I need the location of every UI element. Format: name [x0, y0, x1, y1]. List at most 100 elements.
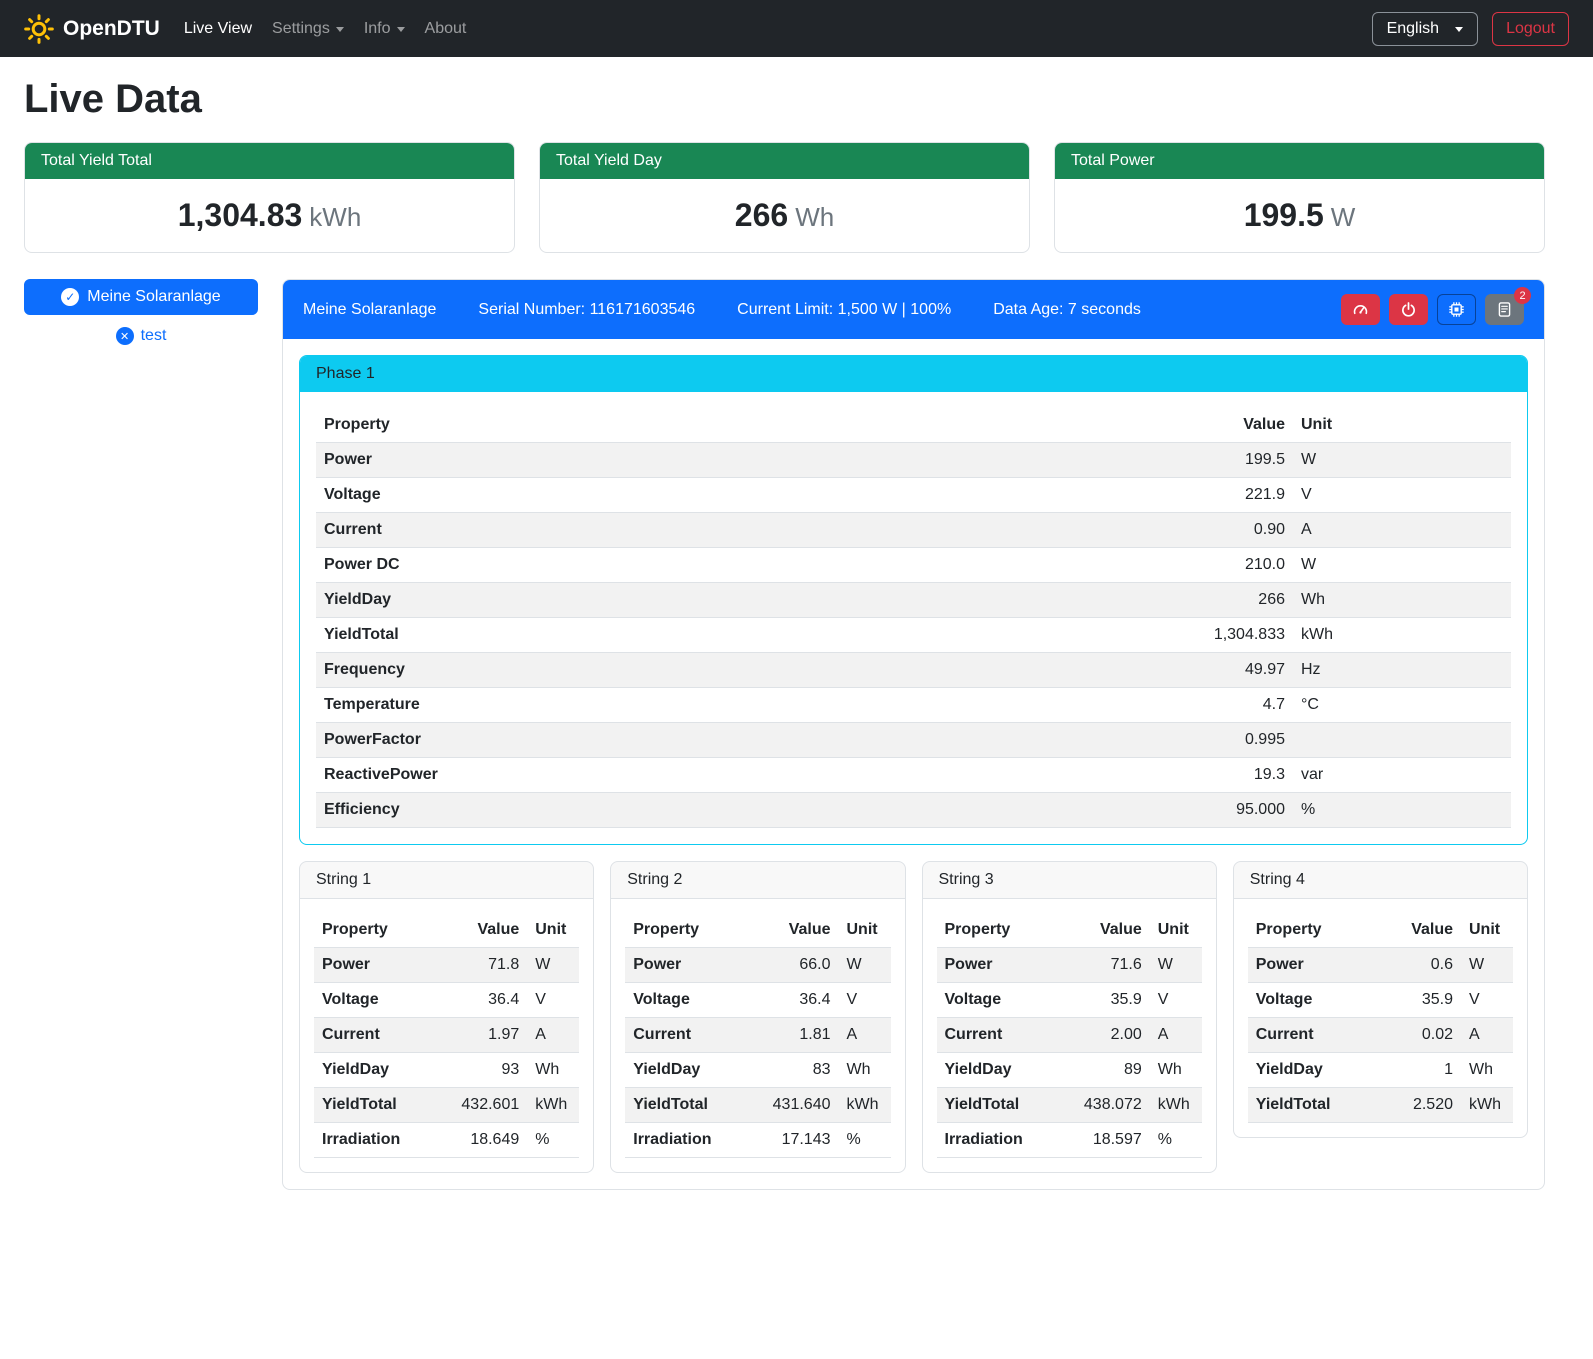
string-card-1: String 1 Property Value Unit [299, 861, 594, 1173]
page-content: Live Data Total Yield Total 1,304.83kWh … [0, 57, 1593, 1214]
row-property: YieldTotal [1248, 1088, 1378, 1123]
row-property: YieldDay [314, 1053, 434, 1088]
row-property: Power [937, 948, 1057, 983]
string-card-body: Property Value Unit Power 71.6 [923, 899, 1216, 1172]
sidebar-inverter-label: Meine Solaranlage [87, 288, 220, 306]
row-value: 0.6 [1378, 948, 1461, 983]
check-circle-icon: ✓ [61, 288, 79, 306]
nav-item-label: Info [364, 20, 391, 38]
row-value: 431.640 [745, 1088, 839, 1123]
column-header-property: Property [316, 408, 901, 443]
row-value: 18.649 [434, 1123, 528, 1158]
row-value: 0.995 [901, 723, 1294, 758]
summary-card-value: 1,304.83 [178, 197, 303, 233]
table-row: YieldTotal 2.520 kWh [1248, 1088, 1513, 1123]
column-header-value: Value [901, 408, 1294, 443]
summary-card-value: 199.5 [1244, 197, 1324, 233]
logout-button[interactable]: Logout [1492, 12, 1569, 46]
summary-card-title: Total Power [1055, 143, 1544, 179]
phase-card-title: Phase 1 [300, 356, 1527, 392]
row-unit: kWh [527, 1088, 579, 1123]
limit-settings-button[interactable] [1341, 294, 1380, 325]
summary-card-body: 199.5W [1055, 179, 1544, 252]
row-value: 199.5 [901, 443, 1294, 478]
sidebar-test-label: test [141, 327, 167, 345]
table-row: YieldDay 266 Wh [316, 583, 1511, 618]
language-select[interactable]: English [1372, 12, 1478, 46]
inverter-card-header: Meine Solaranlage Serial Number: 1161716… [283, 280, 1544, 339]
row-property: YieldTotal [937, 1088, 1057, 1123]
string-card-3: String 3 Property Value Unit [922, 861, 1217, 1173]
row-unit: kWh [1150, 1088, 1202, 1123]
row-property: Voltage [316, 478, 901, 513]
column-header-unit: Unit [1293, 408, 1511, 443]
row-value: 89 [1056, 1053, 1150, 1088]
table-header-row: Property Value Unit [625, 913, 890, 948]
table-row: Power DC 210.0 W [316, 548, 1511, 583]
table-row: Voltage 36.4 V [625, 983, 890, 1018]
summary-card-body: 1,304.83kWh [25, 179, 514, 252]
phase-table: Property Value Unit Power 199.5 W [316, 408, 1511, 828]
sidebar-item-test[interactable]: ✕ test [24, 327, 258, 345]
device-info-button[interactable] [1437, 294, 1476, 325]
column-header-property: Property [625, 913, 745, 948]
row-value: 83 [745, 1053, 839, 1088]
row-unit: W [1150, 948, 1202, 983]
nav-item-about[interactable]: About [415, 12, 477, 46]
nav-item-live-view[interactable]: Live View [174, 12, 262, 46]
table-row: ReactivePower 19.3 var [316, 758, 1511, 793]
table-row: YieldTotal 1,304.833 kWh [316, 618, 1511, 653]
row-property: YieldDay [316, 583, 901, 618]
row-property: Current [625, 1018, 745, 1053]
string-card-title: String 4 [1234, 862, 1527, 899]
inverter-data-age: Data Age: 7 seconds [993, 301, 1141, 319]
row-unit: W [839, 948, 891, 983]
string-table: Property Value Unit Power 71.8 [314, 913, 579, 1158]
row-unit: Wh [1150, 1053, 1202, 1088]
column-header-value: Value [1378, 913, 1461, 948]
string-card-body: Property Value Unit Power 66.0 [611, 899, 904, 1172]
summary-card: Total Power 199.5W [1054, 142, 1545, 253]
table-row: Current 1.81 A [625, 1018, 890, 1053]
row-unit: Wh [1461, 1053, 1513, 1088]
summary-card-body: 266Wh [540, 179, 1029, 252]
brand-link[interactable]: OpenDTU [24, 14, 160, 44]
row-unit: kWh [1461, 1088, 1513, 1123]
row-property: Power [625, 948, 745, 983]
row-value: 1 [1378, 1053, 1461, 1088]
row-unit: °C [1293, 688, 1511, 723]
row-value: 432.601 [434, 1088, 528, 1123]
sidebar-item-inverter[interactable]: ✓ Meine Solaranlage [24, 279, 258, 315]
row-property: Frequency [316, 653, 901, 688]
event-log-button[interactable]: 2 [1485, 294, 1524, 325]
x-circle-icon: ✕ [116, 327, 134, 345]
row-property: Voltage [625, 983, 745, 1018]
row-property: PowerFactor [316, 723, 901, 758]
table-header-row: Property Value Unit [1248, 913, 1513, 948]
row-property: Voltage [314, 983, 434, 1018]
table-row: YieldDay 1 Wh [1248, 1053, 1513, 1088]
table-row: Power 199.5 W [316, 443, 1511, 478]
string-table: Property Value Unit Power 66.0 [625, 913, 890, 1158]
nav-item-settings[interactable]: Settings [262, 12, 354, 46]
table-row: PowerFactor 0.995 [316, 723, 1511, 758]
row-unit [1293, 723, 1511, 758]
row-property: YieldDay [625, 1053, 745, 1088]
column-header-property: Property [937, 913, 1057, 948]
column-header-property: Property [1248, 913, 1378, 948]
chevron-down-icon [397, 27, 405, 32]
row-unit: kWh [839, 1088, 891, 1123]
table-row: Power 71.8 W [314, 948, 579, 983]
row-unit: V [1461, 983, 1513, 1018]
power-button[interactable] [1389, 294, 1428, 325]
row-value: 49.97 [901, 653, 1294, 688]
inverter-card-body: Phase 1 Property Value Unit [283, 339, 1544, 1189]
row-value: 0.90 [901, 513, 1294, 548]
row-unit: var [1293, 758, 1511, 793]
row-value: 35.9 [1056, 983, 1150, 1018]
content-row: ✓ Meine Solaranlage ✕ test Meine Solaran… [24, 279, 1545, 1190]
gauge-icon [1352, 301, 1369, 318]
nav-item-info[interactable]: Info [354, 12, 415, 46]
row-value: 1.81 [745, 1018, 839, 1053]
summary-card-title: Total Yield Total [25, 143, 514, 179]
